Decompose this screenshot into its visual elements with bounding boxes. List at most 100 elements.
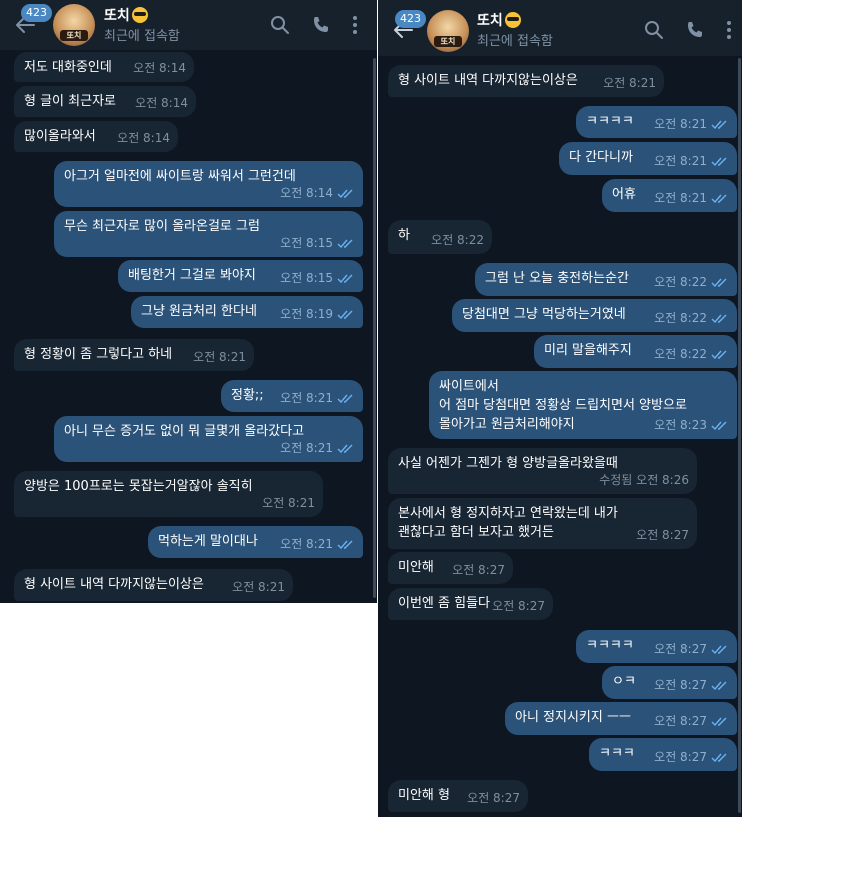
message-bubble-out[interactable]: 미리 말을해주지 오전 8:22 [534,335,737,368]
double-check-icon [337,394,355,404]
message-time: 오전 8:15 [280,271,333,285]
message-time: 오전 8:21 [654,154,707,168]
message-time: 오전 8:15 [280,236,333,250]
message-time: 오전 8:14 [133,61,186,75]
chat-window-left: 423 또치 또치 최근에 접속함 저도 대화중인데 오전 8:14 형 글이 최… [0,0,377,603]
message-bubble-out[interactable]: ㅋㅋㅋㅋ 오전 8:27 [576,630,737,663]
message-bubble-out[interactable]: 그럼 난 오늘 충전하는순간 오전 8:22 [475,263,737,296]
message-time: 오전 8:21 [654,191,707,205]
message-bubble-in[interactable]: 사실 어젠가 그젠가 형 양방글올라왔을때 수정됨 오전 8:26 [388,448,697,494]
message-bubble-out[interactable]: 싸이트에서 어 점마 당첨대면 정황상 드립치면서 양방으로 몰아가고 원금처리… [429,371,737,439]
message-bubble-out[interactable]: ㅋㅋㅋ 오전 8:27 [589,738,737,771]
message-bubble-out[interactable]: 어휴 오전 8:21 [602,179,737,212]
message-bubble-out[interactable]: 배팅한거 그걸로 봐야지 오전 8:15 [118,260,363,292]
message-bubble-out[interactable]: 당첨대면 그냥 먹당하는거였네 오전 8:22 [452,299,737,332]
contact-name[interactable]: 또치 [477,10,521,30]
scrollbar[interactable] [738,58,741,813]
message-bubble-in[interactable]: 형 사이트 내역 다까지않는이상은 오전 8:21 [14,569,293,601]
message-meta: 오전 8:21 [280,439,355,458]
message-time: 수정됨 오전 8:26 [599,473,689,487]
message-bubble-out[interactable]: 정황;; 오전 8:21 [221,380,363,412]
phone-icon[interactable] [685,20,705,40]
message-bubble-in[interactable]: 형 정황이 좀 그렇다고 하네 오전 8:21 [14,339,254,371]
message-time: 오전 8:21 [280,537,333,551]
unread-badge: 423 [21,4,52,22]
message-bubble-in[interactable]: 본사에서 형 정지하자고 연락왔는데 내가 괜찮다고 함더 보자고 했거든 오전 … [388,498,697,549]
message-bubble-in[interactable]: 많이올라와서 오전 8:14 [14,121,178,152]
more-options-icon[interactable] [345,15,365,35]
avatar[interactable]: 또치 [53,4,95,46]
message-bubble-in[interactable]: 형 사이트 내역 다까지않는이상은 오전 8:21 [388,65,664,97]
message-time: 오전 8:22 [431,233,484,247]
message-meta: 오전 8:27 [467,789,520,808]
phone-icon[interactable] [311,15,331,35]
message-bubble-in[interactable]: 저도 대화중인데 오전 8:14 [14,52,194,82]
avatar-label: 또치 [440,37,456,46]
message-bubble-out[interactable]: 그냥 원금처리 한다네 오전 8:19 [131,296,363,328]
double-check-icon [337,274,355,284]
message-bubble-in[interactable]: 양방은 100프로는 못잡는거알잖아 솔직히 오전 8:21 [14,471,323,517]
message-meta: 오전 8:14 [117,129,170,148]
message-meta: 오전 8:27 [654,712,729,731]
message-meta: 오전 8:27 [654,748,729,767]
message-bubble-out[interactable]: 다 간다니까 오전 8:21 [559,142,737,175]
message-bubble-in[interactable]: 미안해 형 오전 8:27 [388,780,528,812]
search-icon[interactable] [270,15,290,35]
contact-name[interactable]: 또치 [104,5,148,25]
message-bubble-out[interactable]: 아니 정지시키지 ㅡㅡ 오전 8:27 [505,702,737,735]
message-bubble-out[interactable]: 먹하는게 말이대나 오전 8:21 [148,526,363,558]
message-text: 이번엔 좀 힘들다 [398,596,490,611]
chat-header: 423 또치 또치 최근에 접속함 [378,0,742,56]
message-text: ㅋㅋㅋ [599,746,635,761]
message-bubble-out[interactable]: ㅋㅋㅋㅋ 오전 8:21 [576,106,737,138]
message-bubble-in[interactable]: 형 글이 최근자로 오전 8:14 [14,86,196,117]
message-time: 오전 8:22 [654,275,707,289]
unread-badge: 423 [395,10,426,28]
message-time: 오전 8:22 [654,311,707,325]
message-time: 오전 8:27 [452,563,505,577]
message-meta: 오전 8:27 [452,561,505,580]
message-time: 오전 8:19 [280,307,333,321]
message-bubble-in[interactable]: 미안해 오전 8:27 [388,552,513,584]
message-bubble-out[interactable]: 무슨 최근자로 많이 올라온걸로 그럼 오전 8:15 [54,211,363,257]
message-meta: 오전 8:27 [492,597,545,616]
avatar-label: 또치 [66,31,82,40]
contact-status: 최근에 접속함 [104,29,180,44]
double-check-icon [711,278,729,288]
message-bubble-out[interactable]: ㅇㅋ 오전 8:27 [602,666,737,699]
message-time: 오전 8:21 [603,76,656,90]
message-time: 오전 8:14 [135,96,188,110]
message-meta: 오전 8:21 [654,189,729,208]
chat-window-right: 423 또치 또치 최근에 접속함 형 사이트 내역 다까지않는이상은 오전 8:… [378,0,742,817]
message-text: 먹하는게 말이대나 [158,534,258,549]
avatar[interactable]: 또치 [427,10,469,52]
message-meta: 오전 8:14 [135,94,188,113]
message-time: 오전 8:27 [654,678,707,692]
message-meta: 오전 8:27 [654,640,729,659]
message-text: 다 간다니까 [569,150,633,165]
message-text: 싸이트에서 어 점마 당첨대면 정황상 드립치면서 양방으로 몰아가고 원금처리… [439,379,687,432]
message-text: 그냥 원금처리 한다네 [141,304,257,319]
chat-header: 423 또치 또치 최근에 접속함 [0,0,377,50]
message-time: 오전 8:21 [654,117,707,131]
scrollbar[interactable] [373,58,376,598]
message-time: 오전 8:27 [654,714,707,728]
message-bubble-in[interactable]: 이번엔 좀 힘들다 오전 8:27 [388,588,553,620]
message-text: 당첨대면 그냥 먹당하는거였네 [462,307,626,322]
double-check-icon [711,350,729,360]
message-bubble-out[interactable]: 아니 무슨 증거도 없이 뭐 글몇개 올라갔다고 오전 8:21 [54,416,363,462]
message-meta: 오전 8:14 [280,184,355,203]
double-check-icon [711,157,729,167]
message-meta: 오전 8:21 [232,578,285,597]
double-check-icon [337,540,355,550]
search-icon[interactable] [644,20,664,40]
message-text: 미리 말을해주지 [544,343,632,358]
message-bubble-out[interactable]: 아그거 얼마전에 싸이트랑 싸워서 그런건데 오전 8:14 [54,161,363,207]
sunglasses-emoji-icon [504,12,521,28]
message-text: 미안해 형 [398,788,450,803]
message-meta: 오전 8:21 [193,348,246,367]
message-text: 형 글이 최근자로 [24,94,116,109]
more-options-icon[interactable] [719,20,739,40]
message-time: 오전 8:14 [280,186,333,200]
message-bubble-in[interactable]: 하 오전 8:22 [388,220,492,254]
